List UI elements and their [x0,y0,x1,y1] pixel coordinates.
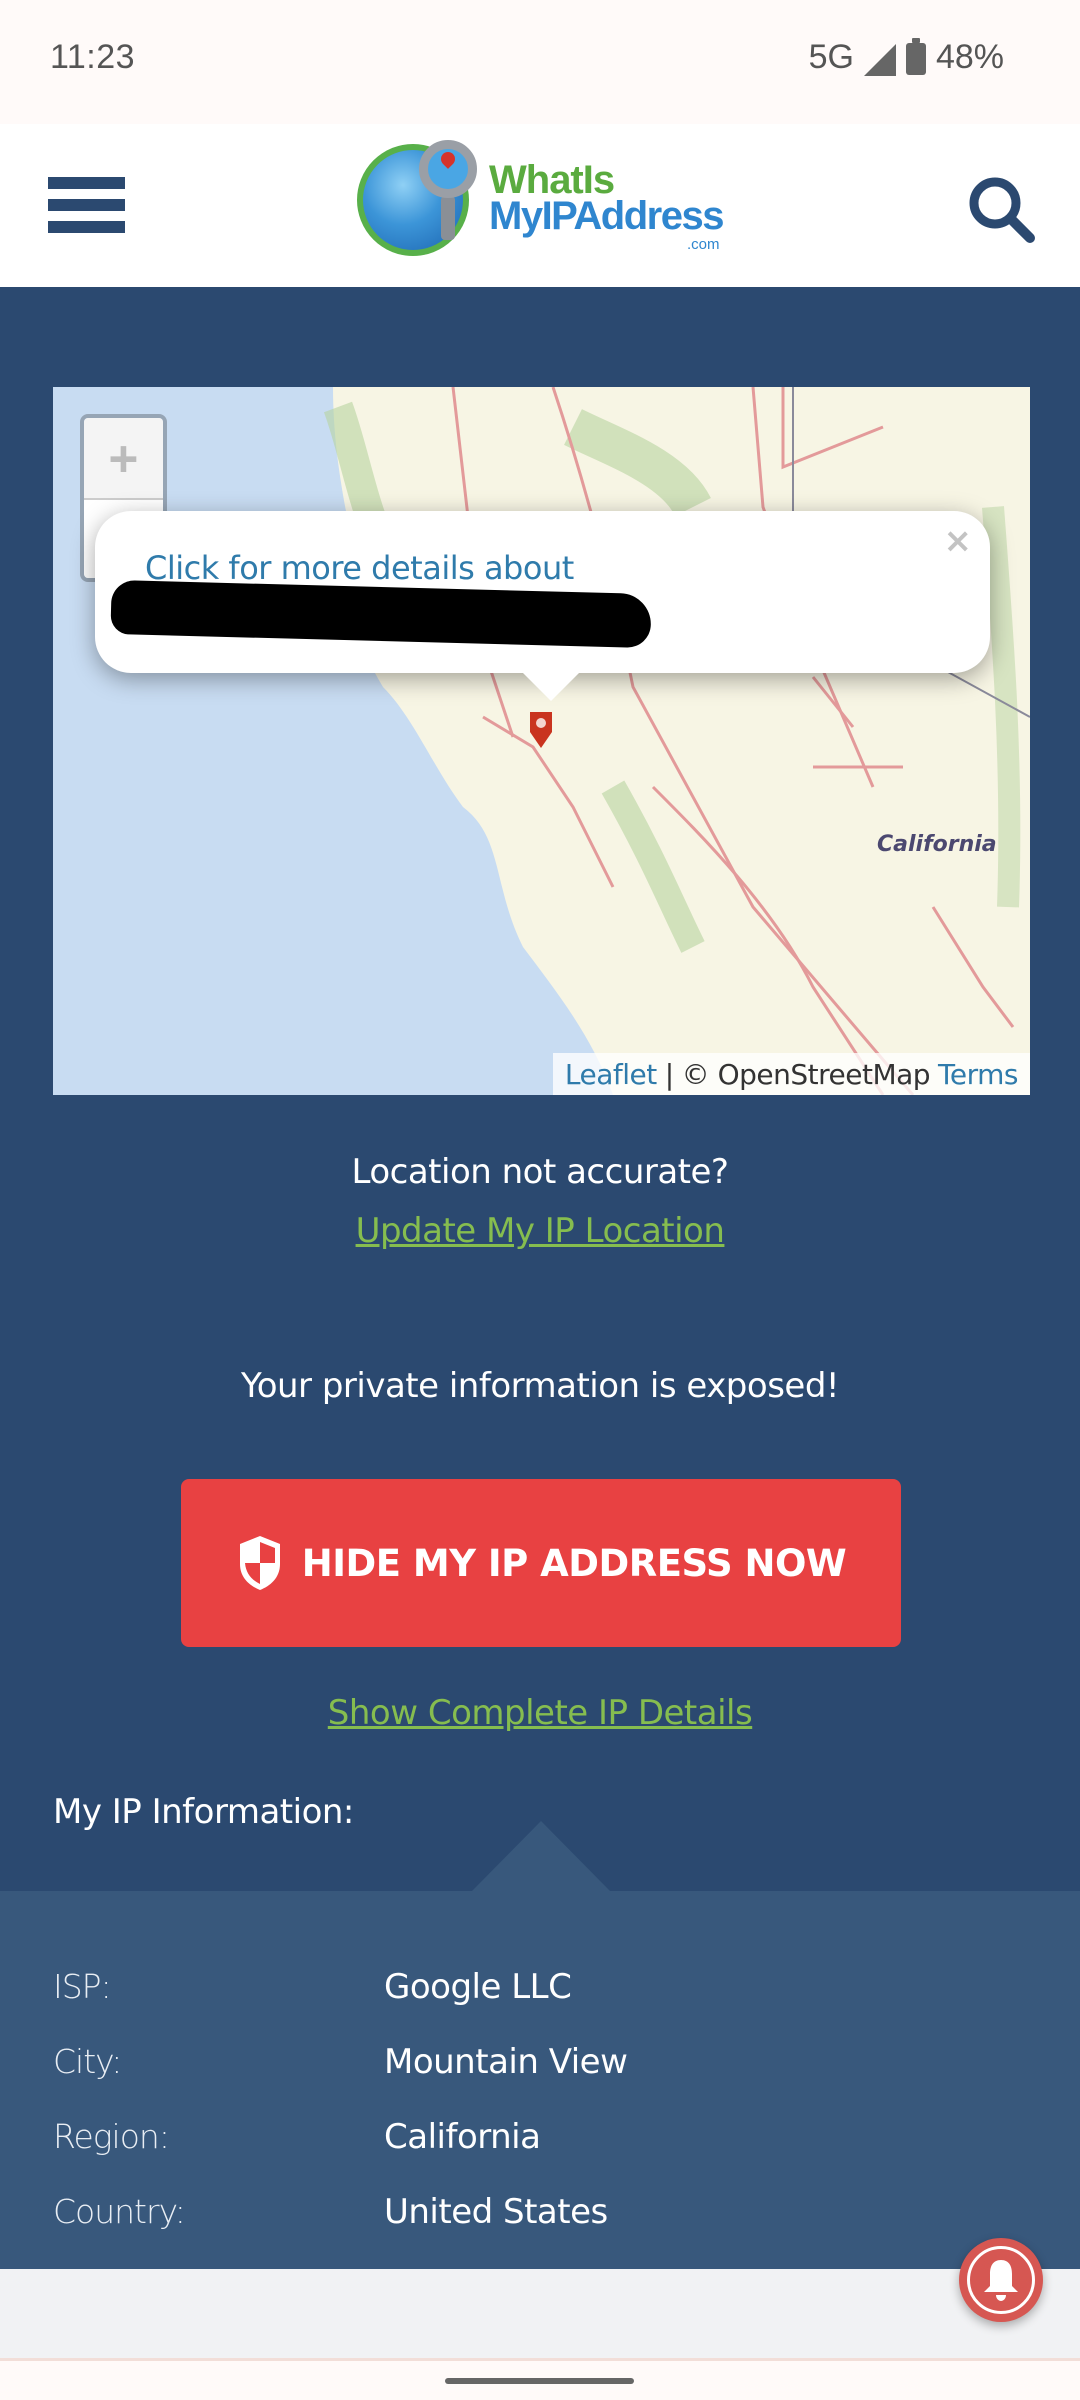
hide-ip-button[interactable]: HIDE MY IP ADDRESS NOW [181,1479,901,1647]
info-value: California [384,2117,541,2157]
map-region-label: California [877,832,997,857]
hamburger-menu-icon[interactable] [48,177,125,233]
logo-text-myipaddress: MyIPAddress [489,194,724,238]
battery-icon [905,37,926,75]
page-footer [0,2269,1080,2358]
ip-info-heading: My IP Information: [53,1792,354,1832]
battery-percent: 48% [935,38,1004,76]
magnifier-handle [441,196,455,240]
osm-copyright: © OpenStreetMap [681,1057,931,1091]
network-type: 5G [808,38,854,76]
location-map[interactable]: + − × Click for more details about Calif… [53,387,1030,1095]
info-value: United States [384,2192,608,2232]
info-label: Country: [53,2192,186,2231]
popup-close-button[interactable]: × [944,521,973,561]
redacted-ip-address [110,579,652,649]
popup-details-link[interactable]: Click for more details about [145,549,574,587]
info-row-country: Country: United States [0,2192,1080,2242]
magnifier-icon [419,140,477,198]
popup-tip [523,673,579,701]
map-marker-icon[interactable] [528,710,554,750]
site-logo[interactable]: WhatIs MyIPAddress .com [357,140,737,260]
terms-link[interactable]: Terms [938,1058,1018,1091]
update-location-link[interactable]: Update My IP Location [356,1211,725,1251]
zoom-in-button[interactable]: + [84,418,163,500]
info-row-region: Region: California [0,2117,1080,2167]
notification-bell-button[interactable] [959,2238,1043,2322]
privacy-warning: Your private information is exposed! [240,1366,840,1406]
shield-icon [239,1536,280,1590]
info-label: Region: [53,2117,170,2156]
show-ip-details-link[interactable]: Show Complete IP Details [328,1693,753,1733]
map-popup: × Click for more details about [95,511,990,673]
info-panel-notch [471,1821,611,1892]
hide-ip-button-label: HIDE MY IP ADDRESS NOW [301,1541,847,1585]
status-indicators: 5G 48% [808,37,1004,77]
map-attribution: Leaflet | © OpenStreetMap Terms [552,1053,1030,1095]
info-row-isp: ISP: Google LLC [0,1967,1080,2017]
location-question: Location not accurate? [351,1152,729,1192]
status-time: 11:23 [50,38,136,76]
ip-info-panel: ISP: Google LLC City: Mountain View Regi… [0,1891,1080,2269]
cellular-signal-icon [863,43,896,76]
home-gesture-handle[interactable] [445,2378,634,2384]
search-icon[interactable] [966,176,1038,244]
logo-text-com: .com [687,236,720,253]
info-label: ISP: [53,1967,112,2006]
info-value: Mountain View [384,2042,628,2082]
attribution-separator: | [664,1057,674,1091]
info-row-city: City: Mountain View [0,2042,1080,2092]
leaflet-link[interactable]: Leaflet [565,1058,657,1091]
bell-icon [984,2260,1018,2301]
info-value: Google LLC [384,1967,572,2007]
info-label: City: [53,2042,122,2081]
